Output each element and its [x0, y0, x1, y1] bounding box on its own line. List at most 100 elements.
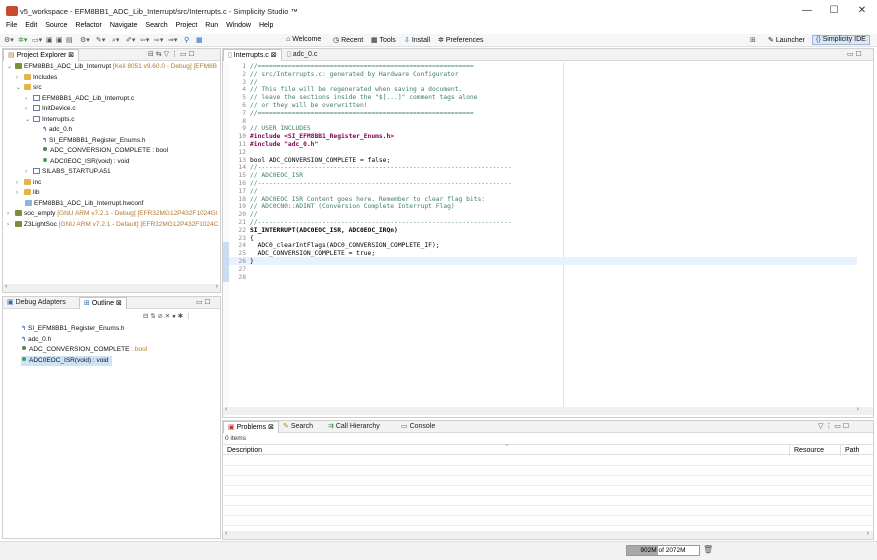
outline-actions[interactable]: ⊟ ⇅ ⊘ ✕ ● ✱ ⋮ [143, 312, 192, 320]
tab-problems[interactable]: ▣ Problems ⊠ [223, 421, 279, 433]
code-line: 22 SI_INTERRUPT(ADC0EOC_ISR, ADC0EOC_IRQn… [228, 227, 858, 235]
minimize-button[interactable]: — [793, 3, 821, 19]
last-edit-icon[interactable]: ⇒▾ [168, 36, 177, 45]
scroll-right-icon[interactable]: › [216, 283, 218, 290]
tab-search-label: Search [290, 423, 313, 430]
close-button[interactable]: ✕ [848, 3, 876, 19]
tree-item-src[interactable]: ⌄ src [7, 83, 219, 94]
tools-dropdown-icon[interactable]: ✎▾ [96, 36, 105, 45]
tab-adc0-c[interactable]: ▯ adc_0.c [283, 49, 321, 61]
launcher-perspective[interactable]: ✎ Launcher [768, 36, 805, 44]
save-icon[interactable]: ▣ [46, 36, 53, 45]
nav-forward-icon[interactable]: ⇨▾ [154, 36, 163, 45]
tree-item-main-c[interactable]: › EFM8BB1_ADC_Lib_Interrupt.c [7, 94, 219, 105]
tab-interrupts-c[interactable]: ▯ Interrupts.c ⊠ [223, 49, 282, 61]
column-path[interactable]: Path [845, 447, 859, 454]
editor-min-max[interactable]: ▭ ☐ [847, 50, 862, 58]
menu-help[interactable]: Help [259, 22, 273, 29]
menu-run[interactable]: Run [205, 22, 218, 29]
ide-label: Simplicity IDE [822, 36, 866, 43]
nav-back-icon[interactable]: ⇦▾ [140, 36, 149, 45]
ide-perspective[interactable]: {} Simplicity IDE [812, 35, 870, 45]
flash-icon[interactable]: ⚙▾ [80, 36, 90, 45]
outline-min-max[interactable]: ▭ ☐ [196, 298, 211, 306]
column-description[interactable]: Description [227, 447, 262, 454]
column-resource[interactable]: Resource [794, 447, 824, 454]
tools-button[interactable]: ▦ Tools [371, 36, 396, 44]
tree-item-fn-isr[interactable]: ADC0EOC_ISR(void) : void [7, 157, 219, 168]
menu-project[interactable]: Project [176, 22, 198, 29]
line-number: 17 [238, 187, 246, 195]
build-icon[interactable]: ⚙▾ [4, 36, 14, 45]
menu-edit[interactable]: Edit [25, 22, 37, 29]
scroll-left-icon[interactable]: ‹ [225, 406, 227, 413]
preferences-button[interactable]: ✲ Preferences [438, 36, 484, 44]
problems-h-scrollbar[interactable]: ‹ › [223, 530, 873, 539]
tab-outline[interactable]: ⊞ Outline ⊠ [79, 297, 127, 309]
tree-label: ADC_CONVERSION_COMPLETE : bool [50, 147, 169, 154]
heap-status[interactable]: 902M of 2072M [626, 545, 700, 556]
welcome-button[interactable]: ⌂ Welcome [286, 36, 321, 43]
install-button[interactable]: ⇩ Install [404, 36, 430, 44]
tree-item-lib[interactable]: › lib [7, 188, 219, 199]
save-all-icon[interactable]: ▣ [56, 36, 63, 45]
recent-button[interactable]: ◷ Recent [333, 36, 363, 44]
tree-item-soc-empty[interactable]: › soc_empty [GNU ARM v7.2.1 - Debug] [EFR… [7, 209, 219, 220]
outline-item-isr[interactable]: ADC0EOC_ISR(void) : void [21, 355, 113, 366]
tab-project-explorer[interactable]: ▤ Project Explorer ⊠ [3, 49, 80, 61]
menu-source[interactable]: Source [45, 22, 67, 29]
new-icon[interactable]: ▭▾ [32, 36, 42, 45]
menu-refactor[interactable]: Refactor [75, 22, 101, 29]
tab-search[interactable]: ✎ Search [279, 421, 317, 433]
scroll-left-icon[interactable]: ‹ [5, 283, 7, 290]
scroll-right-icon[interactable]: › [867, 530, 869, 537]
maximize-button[interactable]: ☐ [820, 3, 848, 19]
editor-h-scrollbar[interactable]: ‹ › [223, 406, 873, 415]
explorer-view-actions[interactable]: ⊟ ⇆ ▽ ⋮ ▭ ☐ [148, 50, 195, 58]
welcome-label: Welcome [292, 36, 322, 43]
outline-item-register-enums[interactable]: ↰ SI_EFM8BB1_Register_Enums.h [21, 324, 219, 335]
tab-debug-adapters[interactable]: ▣ Debug Adapters [3, 297, 70, 309]
explorer-h-scrollbar[interactable]: ‹ › [3, 283, 220, 292]
debug-icon[interactable]: ✲▾ [18, 36, 27, 45]
tree-item-includes[interactable]: › Includes [7, 73, 219, 84]
tree-item-hwconf[interactable]: EFM8BB1_ADC_Lib_Interrupt.hwconf [7, 199, 219, 210]
tab-console[interactable]: ▭ Console [397, 421, 439, 433]
outline-label: ADC0EOC_ISR(void) : void [29, 356, 109, 364]
empty-row [223, 486, 873, 496]
scroll-right-icon[interactable]: › [857, 406, 859, 413]
garbage-collect-icon[interactable]: 🗑 [703, 545, 713, 554]
tree-item-interrupts-c[interactable]: ⌄ Interrupts.c [7, 115, 219, 126]
scroll-left-icon[interactable]: ‹ [225, 530, 227, 537]
search-dropdown-icon[interactable]: ⌕▾ [112, 36, 119, 45]
line-number: 6 [242, 101, 246, 109]
preferences-label: Preferences [445, 37, 484, 44]
outline-item-conversion-complete[interactable]: ADC_CONVERSION_COMPLETE : bool [21, 345, 219, 356]
open-perspective-icon[interactable]: ⊞ [750, 36, 756, 45]
code-line: 4 // This file will be regenerated when s… [228, 86, 858, 94]
code-area[interactable]: 1 //=====================================… [228, 63, 858, 281]
outline-item-adc0-h[interactable]: ↰ adc_0.h [21, 335, 219, 346]
tree-item-z3lightsoc[interactable]: › Z3LightSoc [GNU ARM v7.2.1 - Default] [… [7, 220, 219, 231]
print-icon[interactable]: ▤ [66, 36, 73, 45]
heap-label: 902M of 2072M [640, 547, 686, 554]
tree-item-initdevice-c[interactable]: › InitDevice.c [7, 104, 219, 115]
tree-label: lib [33, 189, 40, 196]
menu-window[interactable]: Window [226, 22, 251, 29]
menu-navigate[interactable]: Navigate [110, 22, 138, 29]
chip-icon[interactable]: ▦ [196, 36, 203, 45]
menu-search[interactable]: Search [145, 22, 167, 29]
tree-item-register-enums-h[interactable]: ↰ SI_EFM8BB1_Register_Enums.h [7, 136, 219, 147]
pin-icon[interactable]: ⚲ [184, 36, 189, 45]
problems-view-actions[interactable]: ▽ ⋮ ▭ ☐ [818, 422, 849, 430]
tree-item-startup-a51[interactable]: › SILABS_STARTUP.A51 [7, 167, 219, 178]
tree-item-adc0-h[interactable]: ↰ adc_0.h [7, 125, 219, 136]
annotation-icon[interactable]: ✐▾ [126, 36, 135, 45]
tree-item-project[interactable]: ⌄ EFM8BB1_ADC_Lib_Interrupt [Keil 8051 v9… [7, 62, 219, 73]
outline-label: SI_EFM8BB1_Register_Enums.h [28, 325, 125, 332]
tab-call-hierarchy[interactable]: ⇉ Call Hierarchy [324, 421, 384, 433]
tree-item-var-conversion-complete[interactable]: ADC_CONVERSION_COMPLETE : bool [7, 146, 219, 157]
tab-debug-adapters-label: Debug Adapters [15, 299, 66, 306]
menu-file[interactable]: File [6, 22, 17, 29]
tree-item-inc[interactable]: › inc [7, 178, 219, 189]
